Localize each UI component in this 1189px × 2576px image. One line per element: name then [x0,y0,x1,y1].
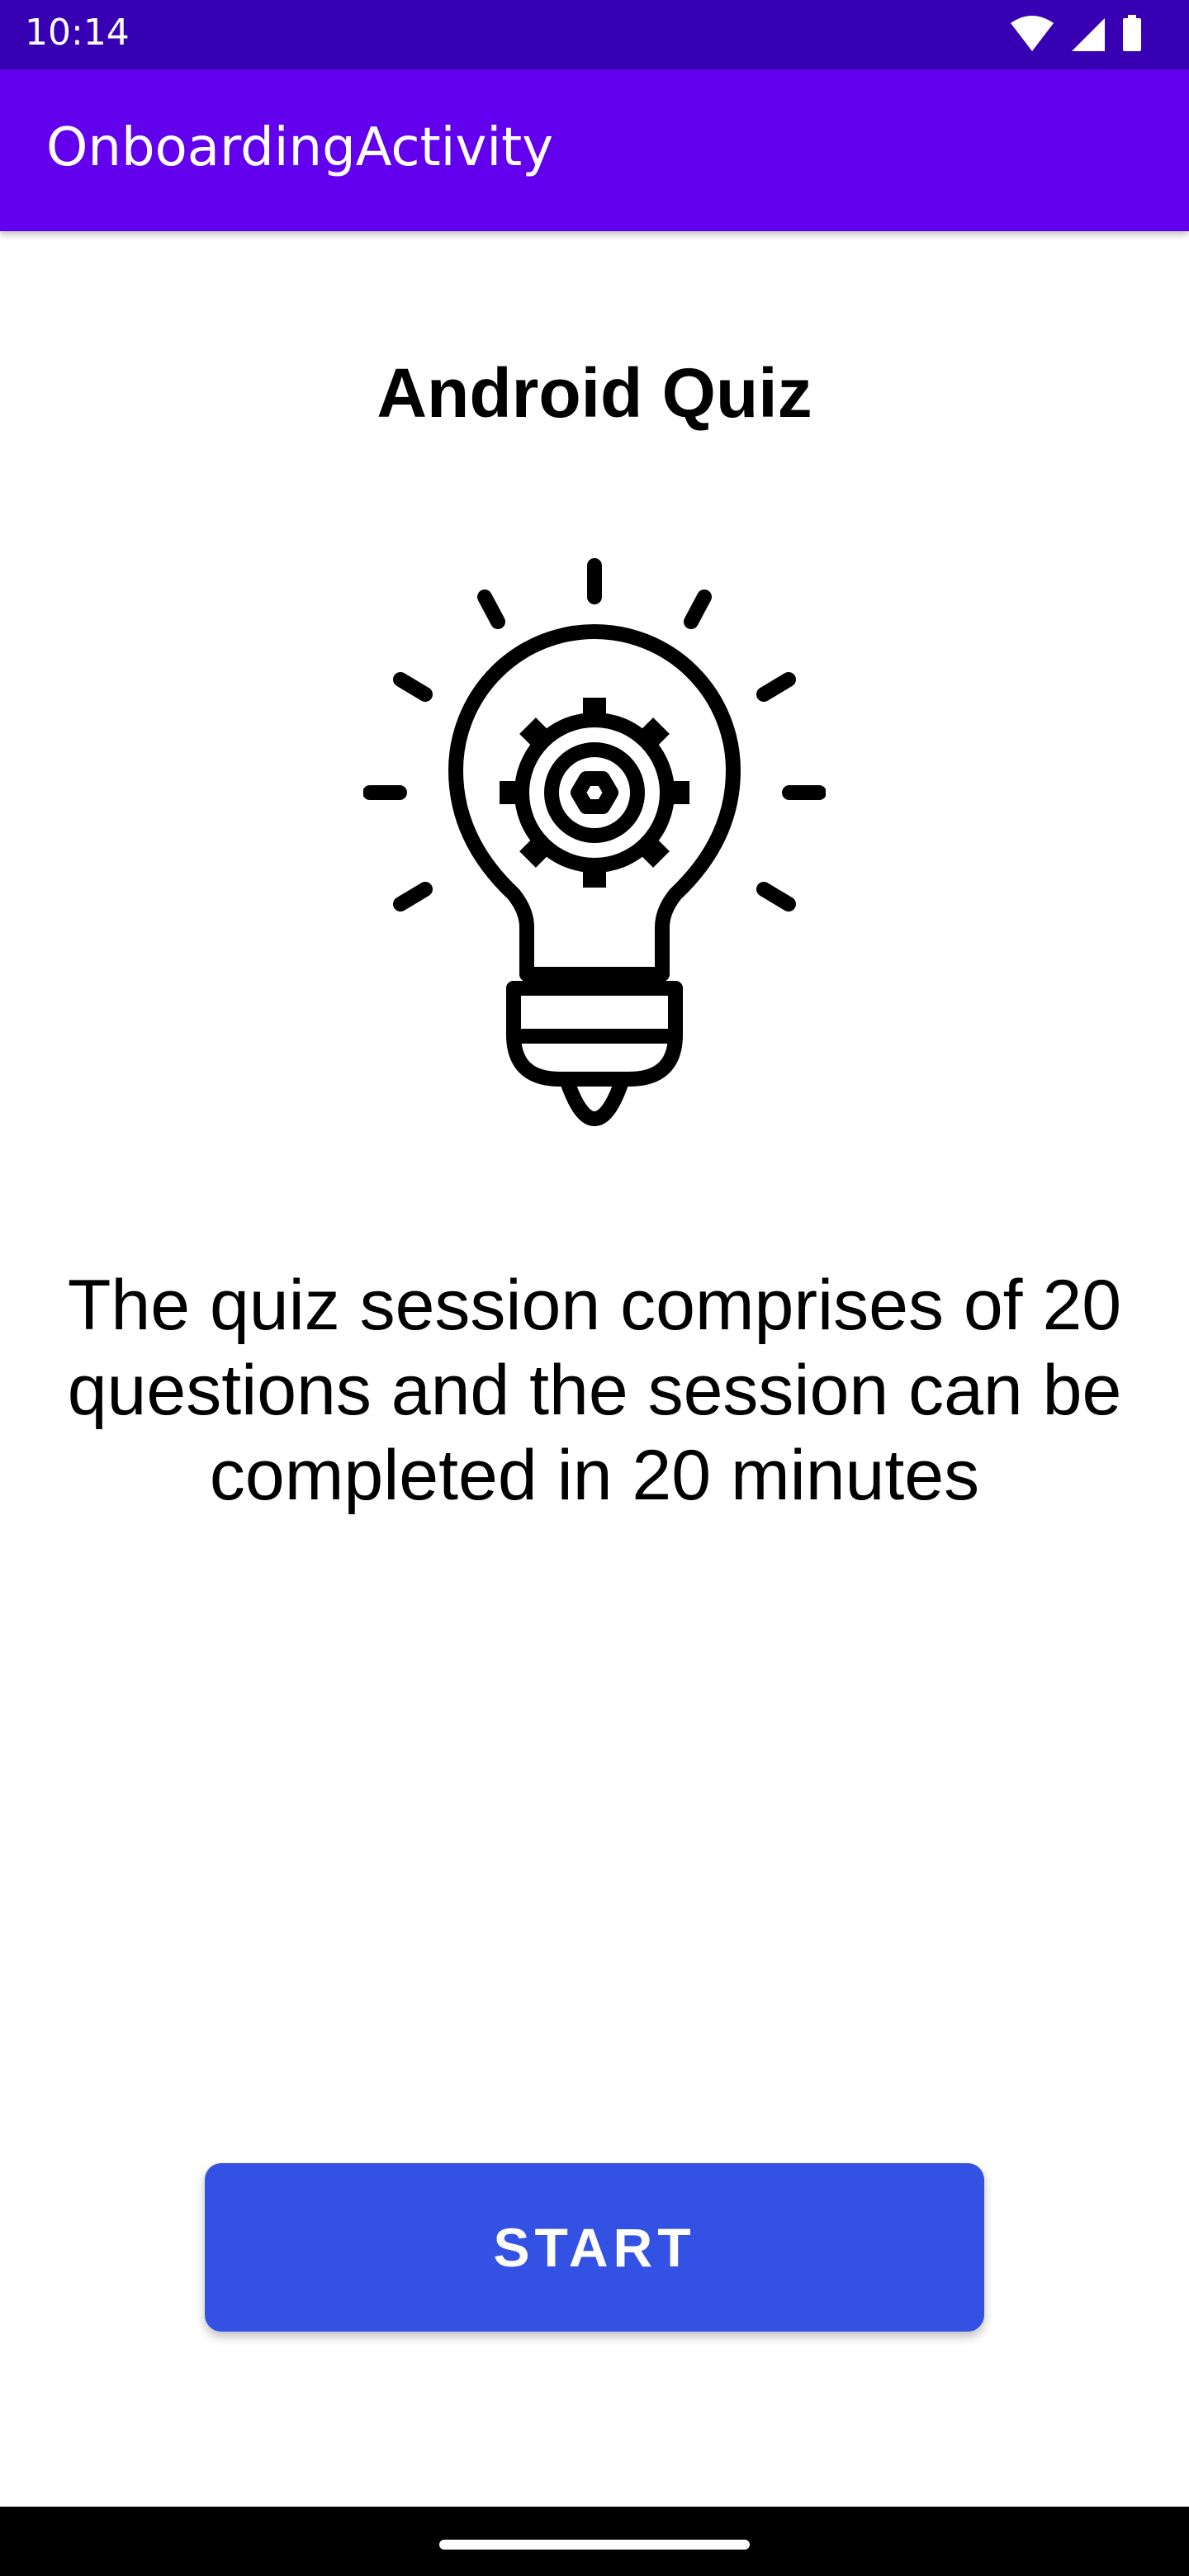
status-bar: 10:14 [0,0,1189,69]
quiz-description: The quiz session comprises of 20 questio… [67,1266,1122,1515]
app-title: OnboardingActivity [46,117,554,178]
quiz-title: Android Quiz [377,354,812,432]
wifi-icon [1011,16,1054,51]
onboarding-content: Android Quiz The quiz session comprises … [0,231,1189,2507]
status-icons [1011,15,1141,51]
gesture-handle[interactable] [439,2540,750,2550]
cellular-icon [1072,18,1105,51]
status-time: 10:14 [25,12,130,54]
navigation-bar [0,2507,1189,2576]
lightbulb-gear-icon [363,558,826,1126]
battery-icon [1123,15,1141,51]
app-bar: OnboardingActivity [0,69,1189,231]
start-button[interactable]: START [205,2163,984,2332]
